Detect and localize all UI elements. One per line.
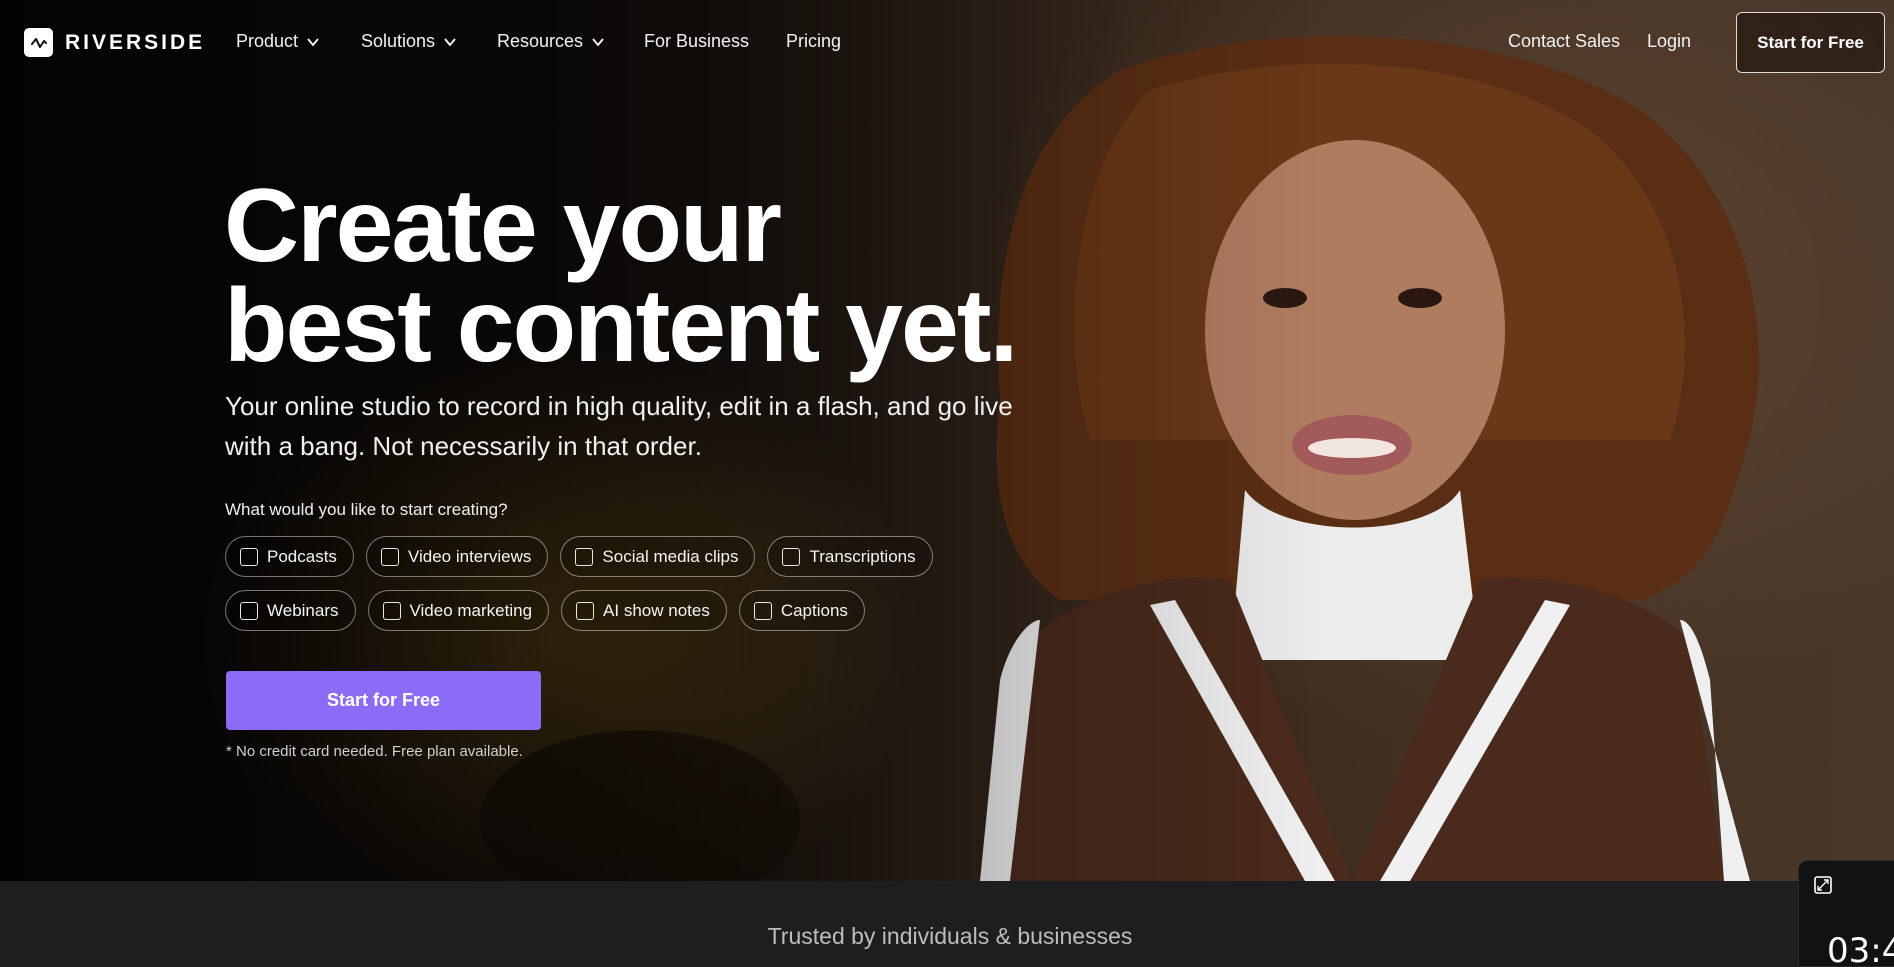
- hero-headline: Create your best content yet.: [224, 168, 1018, 384]
- option-ai-show-notes[interactable]: AI show notes: [561, 590, 727, 631]
- options-row-2: Webinars Video marketing AI show notes C…: [225, 590, 985, 631]
- nav-resources[interactable]: Resources: [497, 31, 605, 52]
- creation-options: Podcasts Video interviews Social media c…: [225, 536, 985, 644]
- nav-solutions[interactable]: Solutions: [361, 31, 457, 52]
- free-plan-note: * No credit card needed. Free plan avail…: [226, 743, 523, 760]
- waveform-icon: [24, 28, 53, 57]
- top-navigation: RIVERSIDE Product Solutions Resources Fo…: [0, 0, 1894, 84]
- headline-line-2: best content yet.: [224, 268, 1018, 384]
- chevron-down-icon: [444, 37, 456, 46]
- expand-icon[interactable]: [1813, 875, 1833, 895]
- trusted-heading: Trusted by individuals & businesses: [767, 923, 1133, 949]
- checkbox-icon[interactable]: [782, 547, 801, 566]
- option-label: Captions: [780, 600, 848, 620]
- nav-pricing-label: Pricing: [786, 31, 842, 51]
- option-label: Social media clips: [602, 546, 739, 566]
- nav-product-label: Product: [236, 31, 299, 51]
- creation-question: What would you like to start creating?: [225, 500, 508, 519]
- option-label: Webinars: [267, 600, 339, 620]
- timer-display: 03:4: [1827, 931, 1894, 967]
- option-label: Transcriptions: [809, 546, 916, 566]
- option-webinars[interactable]: Webinars: [225, 590, 356, 631]
- headline-line-1: Create your: [224, 168, 782, 284]
- chevron-down-icon: [307, 37, 319, 46]
- checkbox-icon[interactable]: [240, 601, 258, 620]
- checkbox-icon[interactable]: [753, 601, 772, 620]
- start-for-free-button[interactable]: Start for Free: [226, 671, 541, 730]
- checkbox-icon[interactable]: [576, 601, 595, 620]
- recording-widget[interactable]: 03:4: [1798, 860, 1894, 967]
- start-for-free-nav-button[interactable]: Start for Free: [1736, 12, 1885, 73]
- checkbox-icon[interactable]: [382, 601, 401, 620]
- chevron-down-icon: [592, 37, 604, 46]
- option-label: Podcasts: [267, 546, 337, 566]
- brand-name: RIVERSIDE: [65, 30, 206, 54]
- option-video-interviews[interactable]: Video interviews: [365, 536, 549, 577]
- nav-for-business[interactable]: For Business: [644, 31, 749, 52]
- nav-solutions-label: Solutions: [361, 31, 436, 51]
- hero-subtitle: Your online studio to record in high qua…: [225, 391, 1013, 461]
- option-podcasts[interactable]: Podcasts: [225, 536, 354, 577]
- options-row-1: Podcasts Video interviews Social media c…: [225, 536, 985, 577]
- option-transcriptions[interactable]: Transcriptions: [767, 536, 933, 577]
- contact-sales-link[interactable]: Contact Sales: [1508, 31, 1620, 52]
- nav-for-business-label: For Business: [644, 31, 750, 51]
- login-link[interactable]: Login: [1647, 31, 1691, 52]
- nav-product[interactable]: Product: [236, 31, 320, 52]
- checkbox-icon[interactable]: [380, 547, 399, 566]
- option-captions[interactable]: Captions: [738, 590, 865, 631]
- brand-logo[interactable]: RIVERSIDE: [24, 28, 205, 57]
- option-label: Video marketing: [409, 600, 533, 620]
- checkbox-icon[interactable]: [575, 547, 594, 566]
- nav-pricing[interactable]: Pricing: [786, 31, 841, 52]
- option-label: AI show notes: [603, 600, 710, 620]
- checkbox-icon[interactable]: [240, 547, 258, 566]
- trusted-section: Trusted by individuals & businesses: [0, 881, 1894, 967]
- option-social-media-clips[interactable]: Social media clips: [560, 536, 756, 577]
- nav-resources-label: Resources: [497, 31, 584, 51]
- option-label: Video interviews: [407, 546, 532, 566]
- option-video-marketing[interactable]: Video marketing: [367, 590, 550, 631]
